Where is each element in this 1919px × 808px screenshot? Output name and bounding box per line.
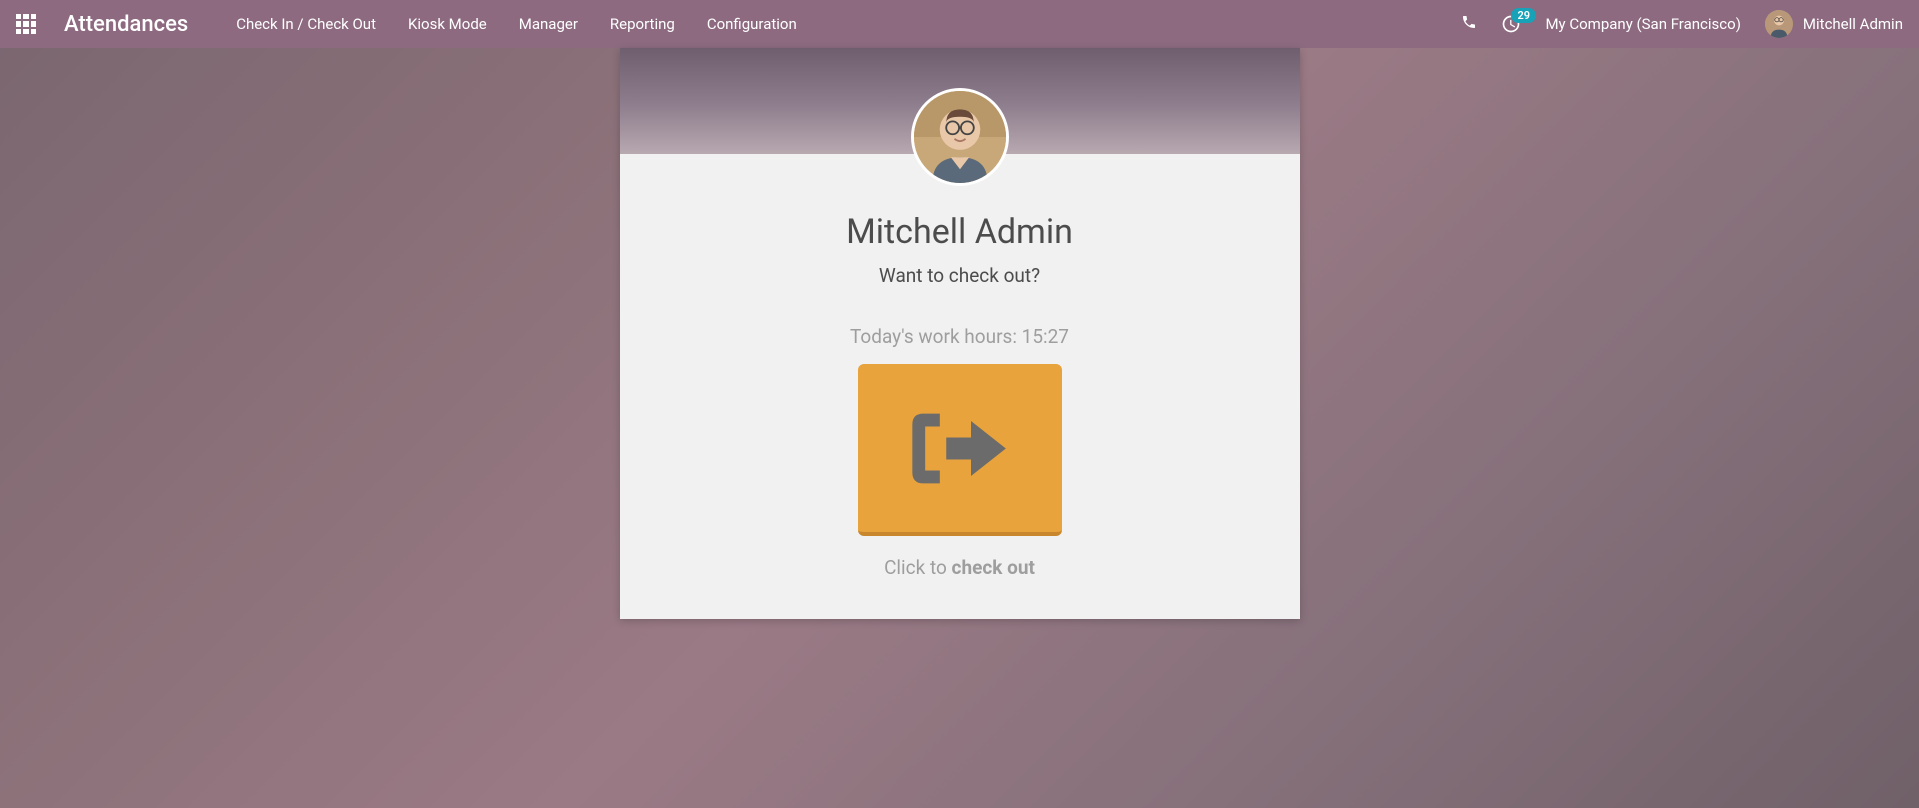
sign-out-icon (905, 401, 1015, 496)
navbar: Attendances Check In / Check Out Kiosk M… (0, 0, 1919, 48)
nav-links: Check In / Check Out Kiosk Mode Manager … (236, 15, 797, 33)
nav-right: 29 My Company (San Francisco) Mitchell A… (1461, 10, 1903, 38)
click-hint-prefix: Click to (884, 556, 951, 579)
card-body: Mitchell Admin Want to check out? Today'… (620, 154, 1300, 619)
user-avatar-small (1765, 10, 1793, 38)
work-hours-value: 15:27 (1022, 325, 1069, 348)
user-name-label: Mitchell Admin (1803, 15, 1903, 33)
work-hours: Today's work hours: 15:27 (660, 325, 1260, 348)
apps-icon[interactable] (16, 14, 36, 34)
click-hint-bold: check out (952, 556, 1035, 579)
activity-icon[interactable]: 29 (1501, 14, 1521, 34)
nav-reporting[interactable]: Reporting (610, 15, 675, 33)
activity-badge: 29 (1511, 8, 1536, 23)
click-hint: Click to check out (660, 556, 1260, 579)
attendance-card: Mitchell Admin Want to check out? Today'… (620, 48, 1300, 619)
app-brand[interactable]: Attendances (64, 12, 188, 37)
checkout-button[interactable] (858, 364, 1062, 536)
user-menu[interactable]: Mitchell Admin (1765, 10, 1903, 38)
nav-kiosk-mode[interactable]: Kiosk Mode (408, 15, 487, 33)
nav-configuration[interactable]: Configuration (707, 15, 797, 33)
phone-icon[interactable] (1461, 14, 1477, 34)
company-selector[interactable]: My Company (San Francisco) (1545, 15, 1740, 33)
nav-checkin-checkout[interactable]: Check In / Check Out (236, 15, 376, 33)
work-hours-label: Today's work hours: (850, 325, 1022, 348)
employee-name: Mitchell Admin (660, 212, 1260, 252)
card-header (620, 48, 1300, 154)
main-content: Mitchell Admin Want to check out? Today'… (0, 48, 1919, 619)
checkout-prompt: Want to check out? (660, 264, 1260, 287)
nav-manager[interactable]: Manager (519, 15, 578, 33)
employee-avatar (911, 88, 1009, 186)
